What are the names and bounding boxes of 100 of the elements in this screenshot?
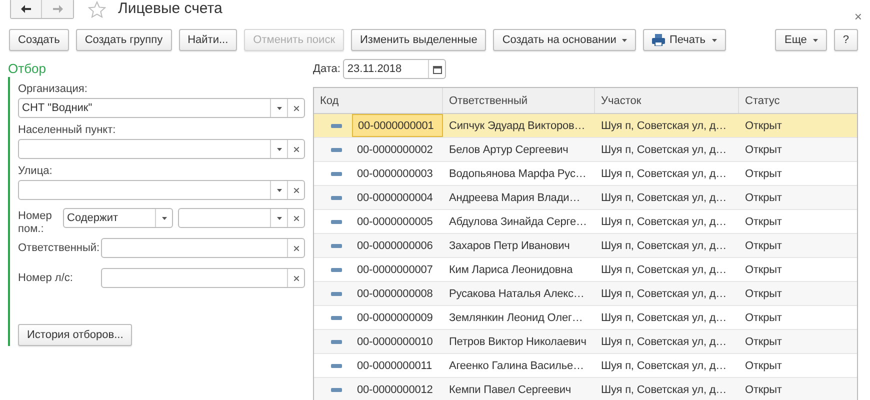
table-cell-text: Открыт xyxy=(744,382,783,398)
table-cell-text: Открыт xyxy=(744,190,783,206)
table-cell-text: Кемпи Павел Сергеевич xyxy=(448,382,572,398)
table-row[interactable]: 00-0000000006 Захаров Петр Иванович Шуя п, Советская ул, д… Открыт xyxy=(314,234,857,258)
table-cell-text: Открыт xyxy=(744,214,783,230)
table-cell-text: Русакова Наталья Алекс… xyxy=(448,286,586,302)
table-cell-text: 00-0000000006 xyxy=(356,238,434,254)
back-button[interactable] xyxy=(11,0,42,18)
table-row[interactable]: 00-0000000012 Кемпи Павел Сергеевич Шуя п, Советская ул, д… Открыт xyxy=(314,378,857,400)
item-icon xyxy=(330,364,342,368)
column-header[interactable]: Участок xyxy=(595,88,739,113)
date-field[interactable]: 23.11.2018 xyxy=(343,59,446,79)
field-label: Организация: xyxy=(18,82,88,97)
table-cell-text: Ким Лариса Леонидовна xyxy=(448,262,574,278)
table-cell-text: 00-0000000010 xyxy=(356,334,434,350)
clear-icon xyxy=(294,216,298,220)
caret-icon xyxy=(712,38,716,42)
table-cell-text: Агеенко Галина Василье… xyxy=(448,358,585,374)
table-cell-text: Сипчук Эдуард Викторов… xyxy=(448,118,586,134)
table-cell-text: Шуя п, Советская ул, д… xyxy=(600,382,728,398)
field-label: Номер пом.: xyxy=(18,210,53,236)
date-label: Дата: xyxy=(313,63,340,75)
table-cell-text: Открыт xyxy=(744,118,783,134)
left-arrow-icon xyxy=(21,5,31,13)
combo-field[interactable]: Содержит xyxy=(63,208,173,228)
clear-icon xyxy=(294,246,298,250)
table-row[interactable]: 00-0000000008 Русакова Наталья Алекс… Шуя п, Советская ул, д… Открыт xyxy=(314,282,857,306)
table-cell-text: Открыт xyxy=(744,286,783,302)
table-cell-text: Шуя п, Советская ул, д… xyxy=(600,166,728,182)
table-row[interactable]: 00-0000000010 Петров Виктор Николаевич Шуя п, Советская ул, д… Открыт xyxy=(314,330,857,354)
table-cell-text: Захаров Петр Иванович xyxy=(448,238,571,254)
toolbar-button[interactable]: Создать группу xyxy=(76,29,172,51)
table-cell-text: 00-0000000009 xyxy=(356,310,434,326)
input-field[interactable] xyxy=(101,238,305,258)
filter-title: Отбор xyxy=(8,61,47,77)
toolbar-button[interactable]: Создать на основании xyxy=(493,29,636,51)
table-row[interactable]: 00-0000000004 Андреева Мария Влади… Шуя п, Советская ул, д… Открыт xyxy=(314,186,857,210)
item-icon xyxy=(330,172,342,176)
clear-icon xyxy=(294,188,298,192)
table-cell-text: 00-0000000003 xyxy=(356,166,434,182)
clear-icon xyxy=(294,106,298,110)
item-icon xyxy=(330,268,342,272)
toolbar-button[interactable]: Создать xyxy=(9,29,69,51)
combo-field[interactable]: СНТ "Водник" xyxy=(18,98,305,118)
table-cell-text: Землянкин Леонид Олег… xyxy=(448,310,584,326)
table-cell-text: Петров Виктор Николаевич xyxy=(448,334,588,350)
table-cell-text: Шуя п, Советская ул, д… xyxy=(600,262,728,278)
table-cell-text: Шуя п, Советская ул, д… xyxy=(600,286,728,302)
toolbar-button[interactable]: Изменить выделенные xyxy=(351,29,486,51)
table-cell-text: Шуя п, Советская ул, д… xyxy=(600,358,728,374)
table-cell-text: 00-0000000005 xyxy=(356,214,434,230)
table-cell-text: Открыт xyxy=(744,334,783,350)
table-cell-text: 00-0000000008 xyxy=(356,286,434,302)
toolbar-button[interactable]: ? xyxy=(834,29,858,51)
printer-icon xyxy=(652,34,666,46)
caret-icon xyxy=(276,148,282,150)
combo-field[interactable] xyxy=(18,180,305,200)
toolbar-button[interactable]: Еще xyxy=(775,29,827,51)
table-cell-text: Водопьянова Марфа Рус… xyxy=(448,166,588,182)
table-cell-text: Открыт xyxy=(744,142,783,158)
item-icon xyxy=(330,220,342,224)
field-label: Номер л/с: xyxy=(18,272,74,284)
toolbar-button[interactable]: Найти... xyxy=(178,29,238,51)
navigation-button-group[interactable] xyxy=(10,0,74,19)
caret-icon xyxy=(276,188,282,192)
caret-icon xyxy=(162,216,166,220)
table-cell-text: 00-0000000002 xyxy=(356,142,434,158)
item-icon xyxy=(330,244,342,248)
input-field[interactable] xyxy=(101,268,305,288)
column-header[interactable]: Код xyxy=(314,88,443,113)
close-button[interactable]: × xyxy=(854,8,862,24)
item-icon xyxy=(330,196,342,200)
column-header[interactable]: Ответственный xyxy=(443,88,595,113)
caret-icon xyxy=(812,38,818,42)
table-cell-text: Открыт xyxy=(744,262,783,278)
item-icon xyxy=(330,316,342,320)
table-cell-text: Шуя п, Советская ул, д… xyxy=(600,118,728,134)
table-cell-text: Шуя п, Советская ул, д… xyxy=(600,310,728,326)
table-cell-text: Шуя п, Советская ул, д… xyxy=(600,238,728,254)
item-icon xyxy=(330,340,342,344)
toolbar-button[interactable]: Печать xyxy=(643,29,726,51)
caret-icon xyxy=(276,216,282,220)
item-icon xyxy=(330,124,342,128)
table-cell-text: 00-0000000004 xyxy=(356,190,434,206)
combo-field[interactable] xyxy=(18,139,305,159)
table-cell-text: Шуя п, Советская ул, д… xyxy=(600,334,728,350)
history-button[interactable]: История отборов... xyxy=(18,324,132,346)
caret-icon xyxy=(622,38,628,42)
right-arrow-icon xyxy=(52,5,62,13)
item-icon xyxy=(330,292,342,296)
table-cell-text: 00-0000000012 xyxy=(356,382,434,398)
table-row[interactable]: 00-0000000002 Белов Артур Сергеевич Шуя п, Советская ул, д… Открыт xyxy=(314,138,857,162)
clear-icon xyxy=(294,146,298,152)
field-label: Населенный пункт: xyxy=(18,123,117,138)
table-cell-text: Абдулова Зинайда Серге… xyxy=(448,214,588,230)
table-cell-text: Андреева Мария Влади… xyxy=(448,190,582,206)
table-cell-text: Открыт xyxy=(744,238,783,254)
column-header[interactable]: Статус xyxy=(739,88,857,113)
table-row[interactable]: 00-0000000001 Сипчук Эдуард Викторов… Шуя п, Советская ул, д… Открыт xyxy=(314,114,857,138)
combo-field[interactable] xyxy=(178,208,305,228)
